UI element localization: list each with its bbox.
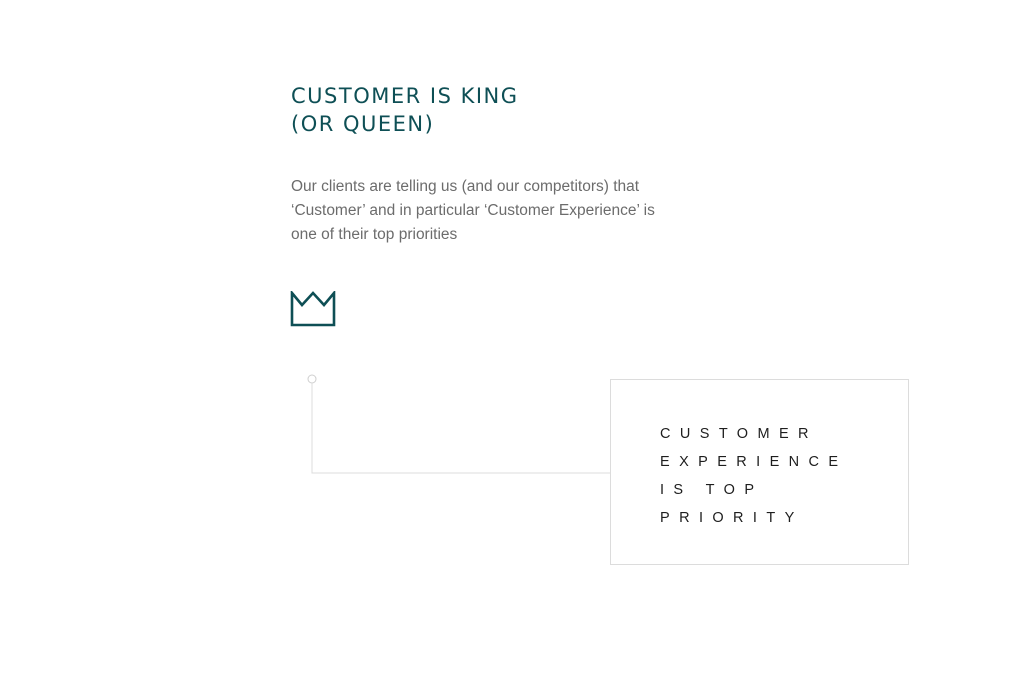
- callout-line-3: IS TOP: [660, 482, 764, 498]
- callout-line-4: PRIORITY: [660, 510, 804, 526]
- page-title-line-2: (OR QUEEN): [291, 112, 435, 136]
- intro-line-2: ‘Customer’ and in particular ‘Customer E…: [291, 202, 655, 219]
- page-title: CUSTOMER IS KING (OR QUEEN): [291, 82, 519, 138]
- intro-line-1: Our clients are telling us (and our comp…: [291, 178, 640, 195]
- connector-node: [307, 374, 317, 384]
- intro-paragraph: Our clients are telling us (and our comp…: [291, 175, 691, 247]
- crown-icon: [290, 291, 336, 327]
- intro-line-3: one of their top priorities: [291, 226, 458, 243]
- callout-line-1: CUSTOMER: [660, 426, 818, 442]
- callout-box: CUSTOMER EXPERIENCE IS TOP PRIORITY: [610, 379, 909, 565]
- callout-line-2: EXPERIENCE: [660, 454, 848, 470]
- page: { "heading": { "lines": ["CUSTOMER IS KI…: [0, 0, 1024, 681]
- page-title-line-1: CUSTOMER IS KING: [291, 84, 519, 108]
- callout-text: CUSTOMER EXPERIENCE IS TOP PRIORITY: [660, 420, 847, 532]
